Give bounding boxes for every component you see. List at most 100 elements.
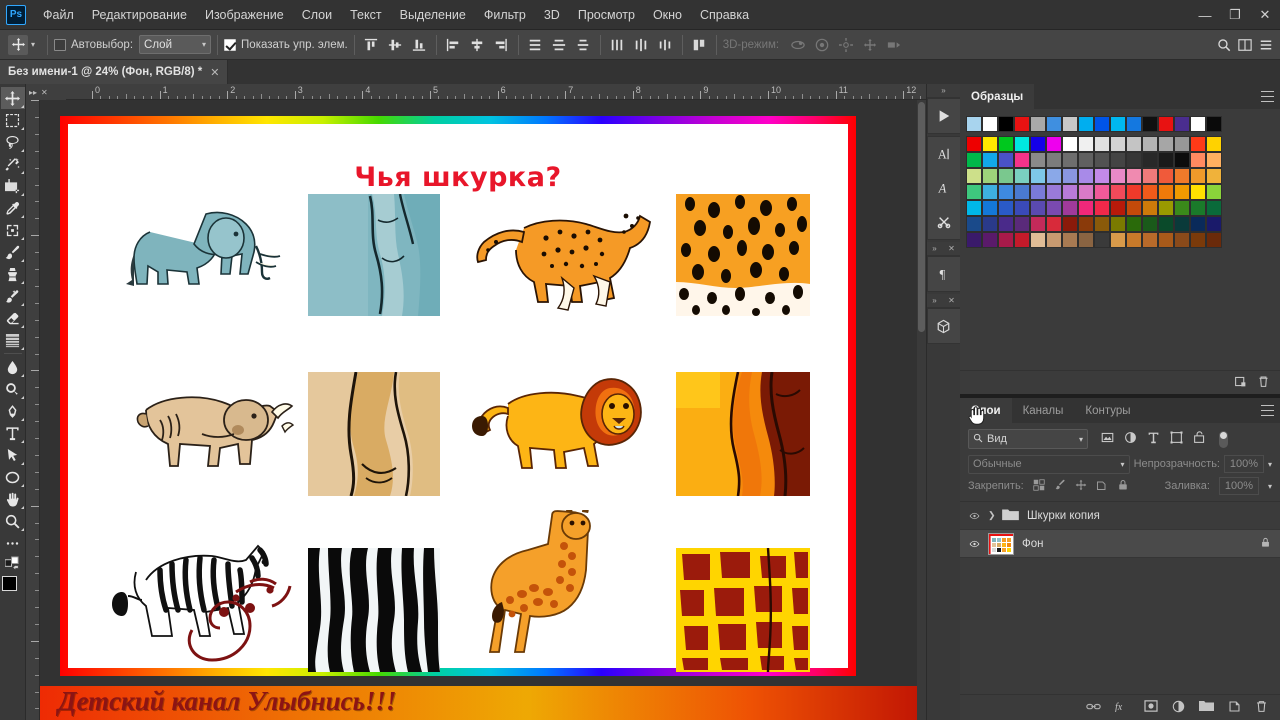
swatch-cell[interactable] xyxy=(1062,200,1078,216)
dodge-tool[interactable] xyxy=(1,378,25,400)
align-top-edges-icon[interactable] xyxy=(361,34,382,55)
align-horizontal-centers-icon[interactable] xyxy=(467,34,488,55)
adjustments-panel-icon[interactable] xyxy=(928,205,960,239)
swatch-cell[interactable] xyxy=(1078,200,1094,216)
swatch-cell[interactable] xyxy=(982,216,998,232)
swatch-cell[interactable] xyxy=(1110,116,1126,132)
swatch-cell[interactable] xyxy=(1094,116,1110,132)
swatch-cell[interactable] xyxy=(1126,116,1142,132)
swatch-cell[interactable] xyxy=(1062,232,1078,248)
lock-position-icon[interactable] xyxy=(1075,479,1087,494)
tab-channels[interactable]: Каналы xyxy=(1012,398,1075,423)
swatch-cell[interactable] xyxy=(1094,136,1110,152)
swatch-cell[interactable] xyxy=(966,116,982,132)
swatch-cell[interactable] xyxy=(1030,168,1046,184)
menu-item-image[interactable]: Изображение xyxy=(196,4,293,26)
swatch-cell[interactable] xyxy=(1062,168,1078,184)
new-layer-icon[interactable] xyxy=(1228,700,1241,716)
filter-adjustment-icon[interactable] xyxy=(1123,431,1138,447)
swatch-cell[interactable] xyxy=(1110,136,1126,152)
swatch-cell[interactable] xyxy=(1174,216,1190,232)
swatch-cell[interactable] xyxy=(1094,184,1110,200)
swatch-cell[interactable] xyxy=(1174,184,1190,200)
arrange-documents-icon[interactable] xyxy=(1234,34,1255,55)
layer-group-expand-arrow[interactable]: ❯ xyxy=(988,510,998,521)
menu-item-filter[interactable]: Фильтр xyxy=(475,4,535,26)
canvas-vertical-scrollbar[interactable] xyxy=(917,100,926,720)
layer-visibility-toggle-group[interactable] xyxy=(964,506,984,526)
swatch-cell[interactable] xyxy=(1190,216,1206,232)
swatch-cell[interactable] xyxy=(1062,216,1078,232)
swatch-cell[interactable] xyxy=(1142,116,1158,132)
glyphs-panel-icon[interactable]: A xyxy=(928,171,960,205)
path-selection-tool[interactable] xyxy=(1,444,25,466)
lock-image-pixels-icon[interactable] xyxy=(1054,479,1066,494)
swatch-cell[interactable] xyxy=(1206,136,1222,152)
document-tab[interactable]: Без имени-1 @ 24% (Фон, RGB/8) * ✕ xyxy=(0,60,228,84)
swatch-cell[interactable] xyxy=(1158,232,1174,248)
swatch-cell[interactable] xyxy=(1190,184,1206,200)
history-brush-tool[interactable] xyxy=(1,285,25,307)
three-d-panel-icon[interactable] xyxy=(928,309,960,343)
swatch-cell[interactable] xyxy=(1142,184,1158,200)
delete-swatch-icon[interactable] xyxy=(1257,375,1270,391)
swatch-cell[interactable] xyxy=(1046,216,1062,232)
swatch-cell[interactable] xyxy=(998,200,1014,216)
fill-field[interactable]: 100% xyxy=(1219,477,1259,495)
distribute-horizontal-centers-icon[interactable] xyxy=(631,34,652,55)
filter-pixel-icon[interactable] xyxy=(1100,431,1115,447)
rectangular-marquee-tool[interactable] xyxy=(1,109,25,131)
move-tool[interactable] xyxy=(1,87,25,109)
hand-tool[interactable] xyxy=(1,488,25,510)
brush-tool[interactable] xyxy=(1,241,25,263)
filter-type-icon[interactable] xyxy=(1146,431,1161,447)
minimize-button[interactable]: — xyxy=(1190,0,1220,30)
swatch-cell[interactable] xyxy=(1014,116,1030,132)
swatch-cell[interactable] xyxy=(1206,200,1222,216)
align-more-icon[interactable] xyxy=(689,34,710,55)
new-adjustment-layer-icon[interactable] xyxy=(1172,700,1185,716)
menu-item-view[interactable]: Просмотр xyxy=(569,4,644,26)
eraser-tool[interactable] xyxy=(1,307,25,329)
swatch-cell[interactable] xyxy=(1158,152,1174,168)
swatch-cell[interactable] xyxy=(1110,216,1126,232)
swatch-cell[interactable] xyxy=(966,168,982,184)
swatch-cell[interactable] xyxy=(1206,152,1222,168)
swatch-cell[interactable] xyxy=(1030,116,1046,132)
swatch-cell[interactable] xyxy=(966,184,982,200)
magic-wand-tool[interactable] xyxy=(1,153,25,175)
swatch-cell[interactable] xyxy=(1158,116,1174,132)
tab-layers[interactable]: Слои xyxy=(960,398,1012,423)
show-controls-checkbox-box[interactable] xyxy=(224,39,236,51)
swatch-cell[interactable] xyxy=(1190,232,1206,248)
scrollbar-thumb[interactable] xyxy=(918,102,925,332)
layer-name-background[interactable]: Фон xyxy=(1018,538,1256,550)
opacity-chevron-icon[interactable]: ▾ xyxy=(1268,460,1272,469)
fill-chevron-icon[interactable]: ▾ xyxy=(1268,482,1272,491)
swatch-cell[interactable] xyxy=(1142,200,1158,216)
pen-tool[interactable] xyxy=(1,400,25,422)
horizontal-type-tool[interactable] xyxy=(1,422,25,444)
lasso-tool[interactable] xyxy=(1,131,25,153)
swatch-cell[interactable] xyxy=(1126,168,1142,184)
restore-button[interactable]: ❐ xyxy=(1220,0,1250,30)
collapse-icon[interactable]: » xyxy=(941,86,945,95)
patch-tool[interactable] xyxy=(1,219,25,241)
layer-thumbnail[interactable] xyxy=(988,533,1014,555)
link-layers-icon[interactable] xyxy=(1086,701,1101,715)
swatch-cell[interactable] xyxy=(1014,184,1030,200)
swatch-cell[interactable] xyxy=(1014,168,1030,184)
swatch-cell[interactable] xyxy=(966,232,982,248)
swatch-cell[interactable] xyxy=(1062,136,1078,152)
new-group-icon[interactable] xyxy=(1199,700,1214,715)
menu-item-help[interactable]: Справка xyxy=(691,4,758,26)
panel-menu-icon[interactable] xyxy=(1261,91,1274,102)
color-swatches[interactable] xyxy=(1,576,25,602)
swatch-cell[interactable] xyxy=(966,136,982,152)
swatch-cell[interactable] xyxy=(1110,184,1126,200)
active-tool-preset[interactable]: ▾ xyxy=(0,32,41,58)
swatch-cell[interactable] xyxy=(1094,200,1110,216)
swatch-cell[interactable] xyxy=(1078,116,1094,132)
menu-item-layers[interactable]: Слои xyxy=(293,4,341,26)
delete-layer-icon[interactable] xyxy=(1255,700,1268,716)
